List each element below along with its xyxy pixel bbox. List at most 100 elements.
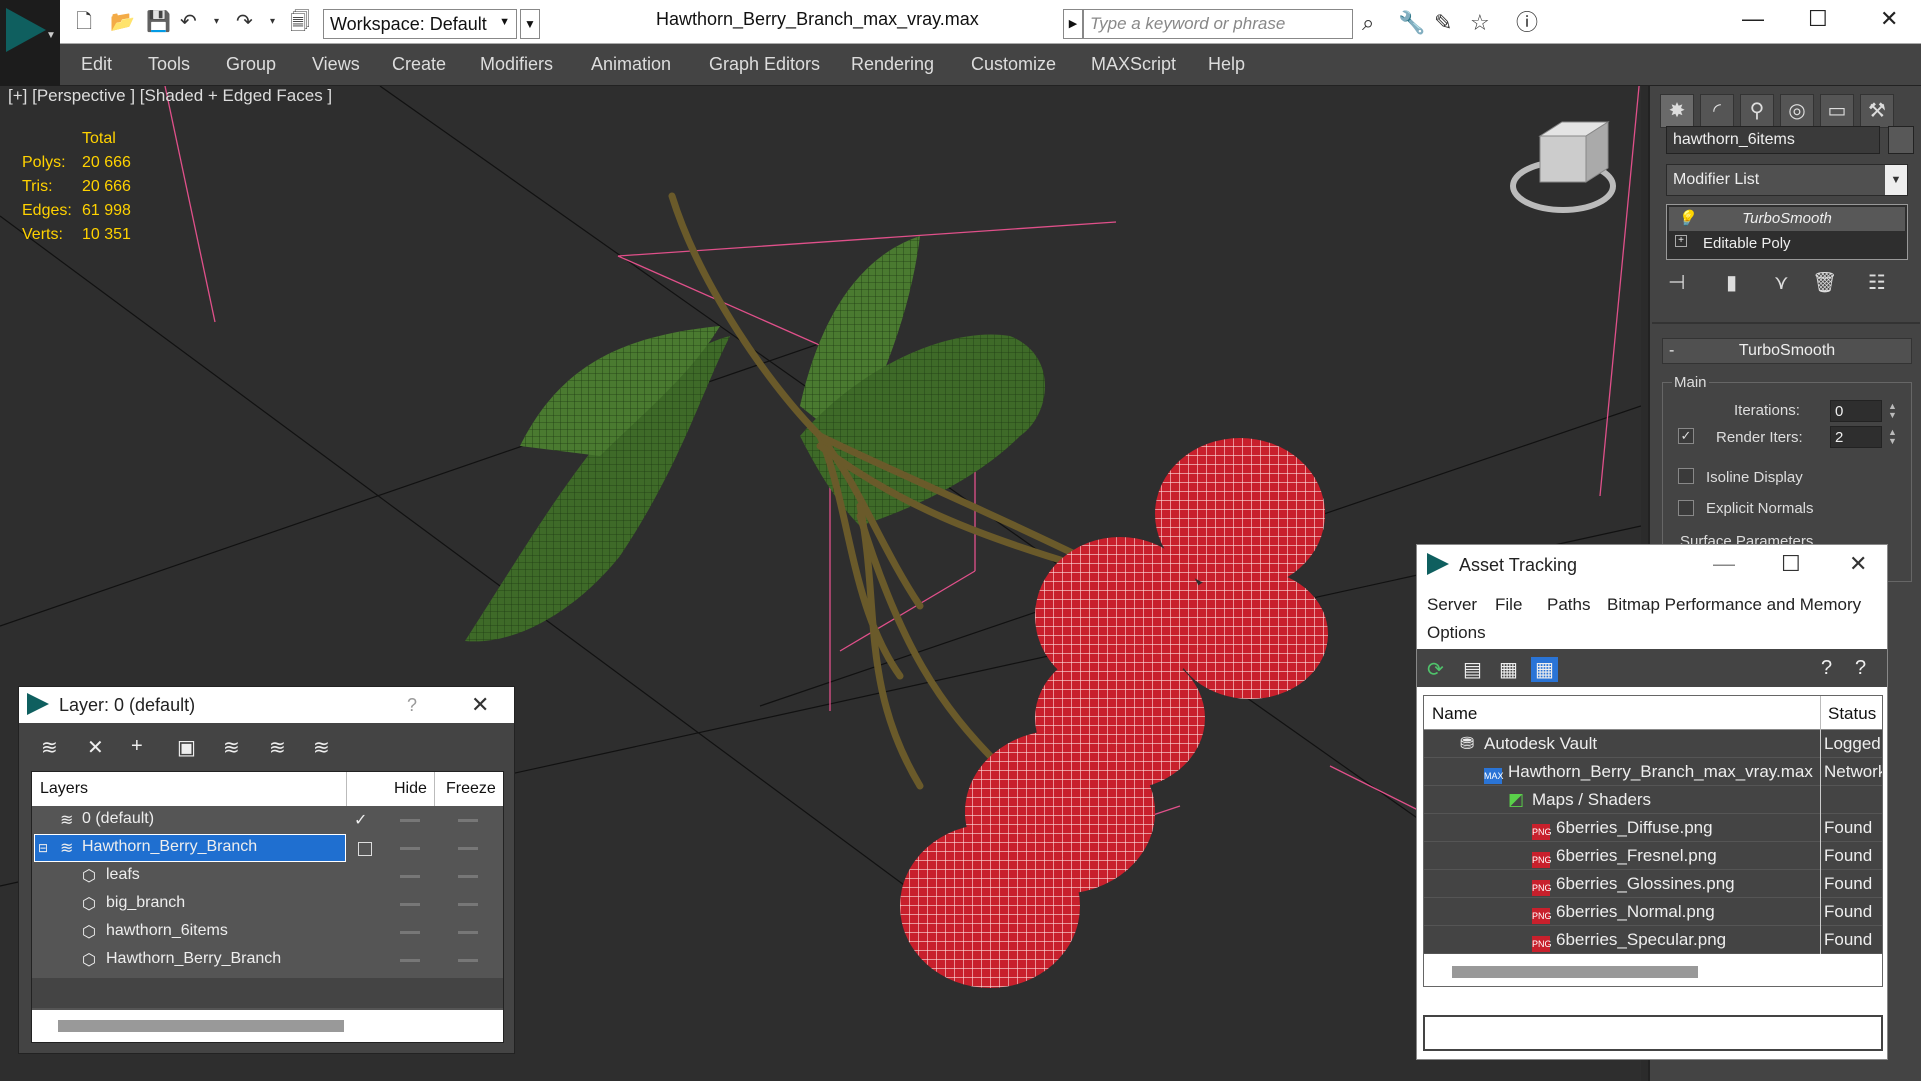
menu-graph-editors[interactable]: Graph Editors — [709, 54, 820, 75]
undo-icon[interactable]: ↶ — [180, 12, 197, 32]
list-view-icon[interactable]: ▤ — [1463, 657, 1482, 682]
configure-sets-icon[interactable]: ☷ — [1868, 270, 1886, 295]
redo-dropdown-icon[interactable]: ▾ — [270, 12, 275, 32]
binoculars-icon[interactable]: ⌕ — [1362, 12, 1374, 34]
asset-row-max-file[interactable]: MAX Hawthorn_Berry_Branch_max_vray.max N… — [1424, 758, 1882, 786]
viewport-label[interactable]: [+] [Perspective ] [Shaded + Edged Faces… — [8, 86, 332, 106]
workspace-select[interactable]: Workspace: Default ▼ — [323, 9, 517, 39]
turbosmooth-rollout-header[interactable]: - TurboSmooth — [1662, 338, 1912, 364]
layer-row-hawthorn-berry-branch[interactable]: ⊟ ≋ Hawthorn_Berry_Branch — [32, 834, 503, 862]
help-icon[interactable]: ? — [1855, 657, 1866, 680]
select-objects-icon[interactable]: ▣ — [177, 735, 196, 760]
object-name-input[interactable]: hawthorn_6items — [1666, 126, 1880, 154]
hide-toggle[interactable] — [400, 959, 420, 962]
pin-stack-icon[interactable]: ⊣ — [1668, 270, 1685, 295]
explicit-normals-checkbox[interactable] — [1678, 500, 1694, 516]
hide-toggle[interactable] — [400, 819, 420, 822]
column-layers[interactable]: Layers — [40, 780, 88, 798]
show-end-result-icon[interactable]: ▮ — [1726, 270, 1737, 295]
freeze-toggle[interactable] — [458, 931, 478, 934]
menu-modifiers[interactable]: Modifiers — [480, 54, 553, 75]
menu-server[interactable]: Server — [1427, 595, 1477, 615]
app-logo[interactable]: ▼ — [0, 0, 60, 86]
communication-icon[interactable]: ✎ — [1434, 12, 1452, 34]
hide-toggle[interactable] — [400, 875, 420, 878]
collapse-minus-icon[interactable]: ⊟ — [38, 841, 48, 855]
scrollbar-thumb[interactable] — [1452, 966, 1698, 978]
hide-all-icon[interactable]: ≋ — [269, 735, 286, 760]
menu-views[interactable]: Views — [312, 54, 360, 75]
menu-maxscript[interactable]: MAXScript — [1091, 54, 1176, 75]
object-color-swatch[interactable] — [1888, 126, 1914, 154]
display-tab-icon[interactable]: ▭ — [1820, 94, 1854, 128]
menu-help[interactable]: Help — [1208, 54, 1245, 75]
table-view-icon[interactable]: ▦ — [1531, 657, 1558, 682]
new-file-icon[interactable]: 🗋 — [76, 12, 92, 32]
close-icon[interactable]: ✕ — [1849, 551, 1867, 577]
freeze-toggle[interactable] — [458, 847, 478, 850]
scrollbar-thumb[interactable] — [58, 1020, 344, 1032]
minimize-icon[interactable]: — — [1713, 551, 1735, 577]
delete-layer-icon[interactable]: ✕ — [87, 735, 104, 760]
close-icon[interactable]: ✕ — [1880, 6, 1898, 32]
add-to-layer-icon[interactable]: + — [131, 735, 143, 758]
vault-help-icon[interactable]: ? — [1821, 657, 1832, 680]
stack-item-turbosmooth[interactable]: 💡 TurboSmooth — [1669, 207, 1905, 231]
minimize-icon[interactable]: — — [1742, 6, 1764, 32]
refresh-icon[interactable]: ⟳ — [1427, 657, 1444, 682]
lightbulb-icon[interactable]: 💡 — [1677, 209, 1696, 227]
current-layer-check-icon[interactable]: ✓ — [354, 810, 367, 830]
freeze-toggle[interactable] — [458, 903, 478, 906]
menu-options[interactable]: Options — [1427, 623, 1486, 643]
modifier-list-dropdown[interactable]: Modifier List ▼ — [1666, 164, 1908, 196]
close-icon[interactable]: ✕ — [471, 692, 489, 718]
undo-dropdown-icon[interactable]: ▾ — [214, 12, 219, 32]
spinner-arrows-icon[interactable]: ▲ ▼ — [1888, 402, 1897, 420]
column-status[interactable]: Status — [1828, 704, 1876, 724]
freeze-toggle[interactable] — [458, 959, 478, 962]
menu-create[interactable]: Create — [392, 54, 446, 75]
open-file-icon[interactable]: 📂 — [110, 12, 135, 32]
help-icon[interactable]: ⓘ — [1516, 12, 1538, 34]
freeze-all-icon[interactable]: ≋ — [313, 735, 330, 760]
layer-row-default[interactable]: ≋ 0 (default) ✓ — [32, 806, 503, 834]
hierarchy-tab-icon[interactable]: ⚲ — [1740, 94, 1774, 128]
column-freeze[interactable]: Freeze — [446, 780, 496, 798]
horizontal-scrollbar[interactable] — [1424, 956, 1882, 986]
layer-row-big-branch[interactable]: ⬡ big_branch — [32, 890, 503, 918]
freeze-toggle[interactable] — [458, 819, 478, 822]
asset-row-diffuse[interactable]: PNG 6berries_Diffuse.png Found — [1424, 814, 1882, 842]
iterations-spinner[interactable]: 0 — [1830, 400, 1882, 422]
hide-toggle[interactable] — [400, 903, 420, 906]
favorites-star-icon[interactable]: ☆ — [1470, 12, 1490, 34]
spinner-arrows-icon[interactable]: ▲ ▼ — [1888, 428, 1897, 446]
layer-dialog-titlebar[interactable]: Layer: 0 (default) ? ✕ — [19, 687, 514, 723]
project-folder-icon[interactable]: 🗐 — [290, 12, 310, 32]
collapse-minus-icon[interactable]: - — [1669, 339, 1674, 363]
asset-row-fresnel[interactable]: PNG 6berries_Fresnel.png Found — [1424, 842, 1882, 870]
asset-path-field[interactable] — [1423, 1015, 1883, 1051]
thumbnail-view-icon[interactable]: ▦ — [1499, 657, 1518, 682]
tools-icon[interactable]: 🔧 — [1398, 12, 1425, 34]
column-name[interactable]: Name — [1432, 704, 1477, 724]
asset-row-specular[interactable]: PNG 6berries_Specular.png Found — [1424, 926, 1882, 954]
make-unique-icon[interactable]: ⋎ — [1774, 270, 1789, 295]
layer-row-leafs[interactable]: ⬡ leafs — [32, 862, 503, 890]
quick-access-menu-button[interactable]: ▼ — [520, 9, 540, 39]
create-tab-icon[interactable]: ✸ — [1660, 94, 1694, 128]
redo-icon[interactable]: ↷ — [236, 12, 253, 32]
isoline-display-checkbox[interactable] — [1678, 468, 1694, 484]
asset-row-normal[interactable]: PNG 6berries_Normal.png Found — [1424, 898, 1882, 926]
expand-plus-icon[interactable]: + — [1675, 235, 1687, 247]
remove-modifier-icon[interactable]: 🗑 — [1812, 270, 1837, 295]
freeze-toggle[interactable] — [458, 875, 478, 878]
stack-item-editable-poly[interactable]: + Editable Poly — [1669, 232, 1905, 256]
new-layer-icon[interactable]: ≋ — [41, 735, 58, 760]
layer-row-hawthorn-6items[interactable]: ⬡ hawthorn_6items — [32, 918, 503, 946]
render-iters-spinner[interactable]: 2 — [1830, 426, 1882, 448]
search-expand-button[interactable]: ▶ — [1063, 9, 1083, 39]
hide-toggle[interactable] — [400, 847, 420, 850]
menu-paths[interactable]: Paths — [1547, 595, 1590, 615]
column-hide[interactable]: Hide — [394, 780, 427, 798]
layer-row-hawthorn-berry-branch-object[interactable]: ⬡ Hawthorn_Berry_Branch — [32, 946, 503, 974]
